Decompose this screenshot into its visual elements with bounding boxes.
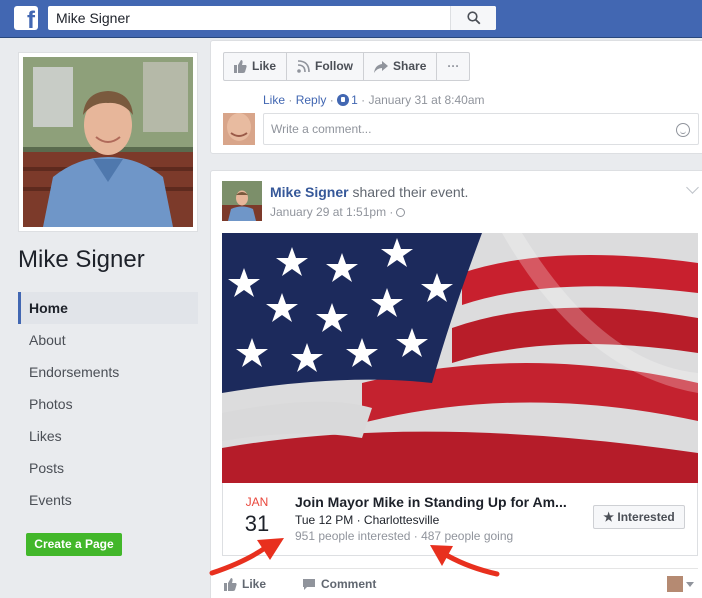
search-input[interactable] [48, 6, 448, 30]
comment-meta: Like · Reply · 1 · January 31 at 8:40am [263, 93, 485, 107]
comment-like-link[interactable]: Like [263, 93, 285, 107]
share-button[interactable]: Share [364, 53, 438, 80]
page-title: Mike Signer [18, 246, 145, 273]
globe-icon [396, 208, 406, 217]
event-day: 31 [244, 511, 270, 536]
post-like-button[interactable]: Like [224, 577, 266, 591]
search-button[interactable] [450, 6, 496, 30]
event-title[interactable]: Join Mayor Mike in Standing Up for Am... [295, 494, 567, 510]
comment-composer: Write a comment... [223, 113, 699, 145]
event-details[interactable]: JAN 31 Join Mayor Mike in Standing Up fo… [222, 483, 698, 556]
caret-down-icon[interactable] [686, 582, 694, 587]
comment-reply-link[interactable]: Reply [296, 93, 327, 107]
event-time-location: Tue 12 PM · Charlottesville [295, 513, 440, 527]
top-bar: f [0, 0, 702, 38]
like-page-button[interactable]: Like [224, 53, 288, 80]
comment-bubble-icon [303, 579, 315, 590]
sidebar-item-likes[interactable]: Likes [18, 420, 198, 452]
avatar[interactable] [222, 181, 262, 221]
viewer-avatar[interactable] [667, 576, 683, 592]
post-header: Mike Signer shared their event. [270, 184, 469, 200]
sidebar-item-events[interactable]: Events [18, 484, 198, 516]
divider [222, 568, 698, 569]
thumbs-up-icon [224, 577, 237, 591]
thumbs-up-icon [234, 60, 247, 73]
search-box[interactable] [48, 6, 496, 30]
profile-picture[interactable] [18, 52, 198, 232]
sidebar-item-home[interactable]: Home [18, 292, 198, 324]
american-flag-image [222, 233, 698, 483]
interested-button[interactable]: ★ Interested [593, 505, 685, 529]
share-arrow-icon [374, 60, 389, 73]
author-link[interactable]: Mike Signer [270, 184, 349, 200]
sidebar-item-photos[interactable]: Photos [18, 388, 198, 420]
sidebar-nav: Home About Endorsements Photos Likes Pos… [18, 292, 198, 516]
more-options-button[interactable]: ··· [437, 53, 469, 80]
rss-icon [297, 60, 310, 73]
post-actions: Like Comment [222, 574, 698, 596]
previous-post-card: Like Follow Share ··· Like · Reply · 1 ·… [210, 40, 702, 154]
chevron-down-icon[interactable] [686, 181, 699, 194]
shared-event-post: Mike Signer shared their event. January … [210, 170, 702, 598]
avatar[interactable] [223, 113, 255, 145]
profile-photo [23, 57, 193, 227]
sidebar-item-about[interactable]: About [18, 324, 198, 356]
comment-timestamp[interactable]: January 31 at 8:40am [368, 93, 484, 107]
sidebar-item-endorsements[interactable]: Endorsements [18, 356, 198, 388]
search-icon [467, 11, 481, 25]
comment-input[interactable]: Write a comment... [263, 113, 699, 145]
emoji-icon[interactable] [676, 123, 690, 137]
event-cover-image[interactable] [222, 233, 698, 483]
post-timestamp[interactable]: January 29 at 1:51pm · [270, 205, 406, 219]
reaction-count[interactable]: 1 [351, 93, 358, 107]
page-actions-bar: Like Follow Share ··· [223, 52, 471, 81]
post-comment-button[interactable]: Comment [302, 577, 376, 591]
create-page-button[interactable]: Create a Page [26, 533, 122, 556]
facebook-logo-icon[interactable]: f [14, 6, 38, 33]
follow-button[interactable]: Follow [287, 53, 365, 80]
like-reaction-icon [337, 94, 350, 106]
event-month: JAN [245, 495, 269, 509]
event-attendance[interactable]: 951 people interested · 487 people going [295, 529, 513, 543]
sidebar-item-posts[interactable]: Posts [18, 452, 198, 484]
